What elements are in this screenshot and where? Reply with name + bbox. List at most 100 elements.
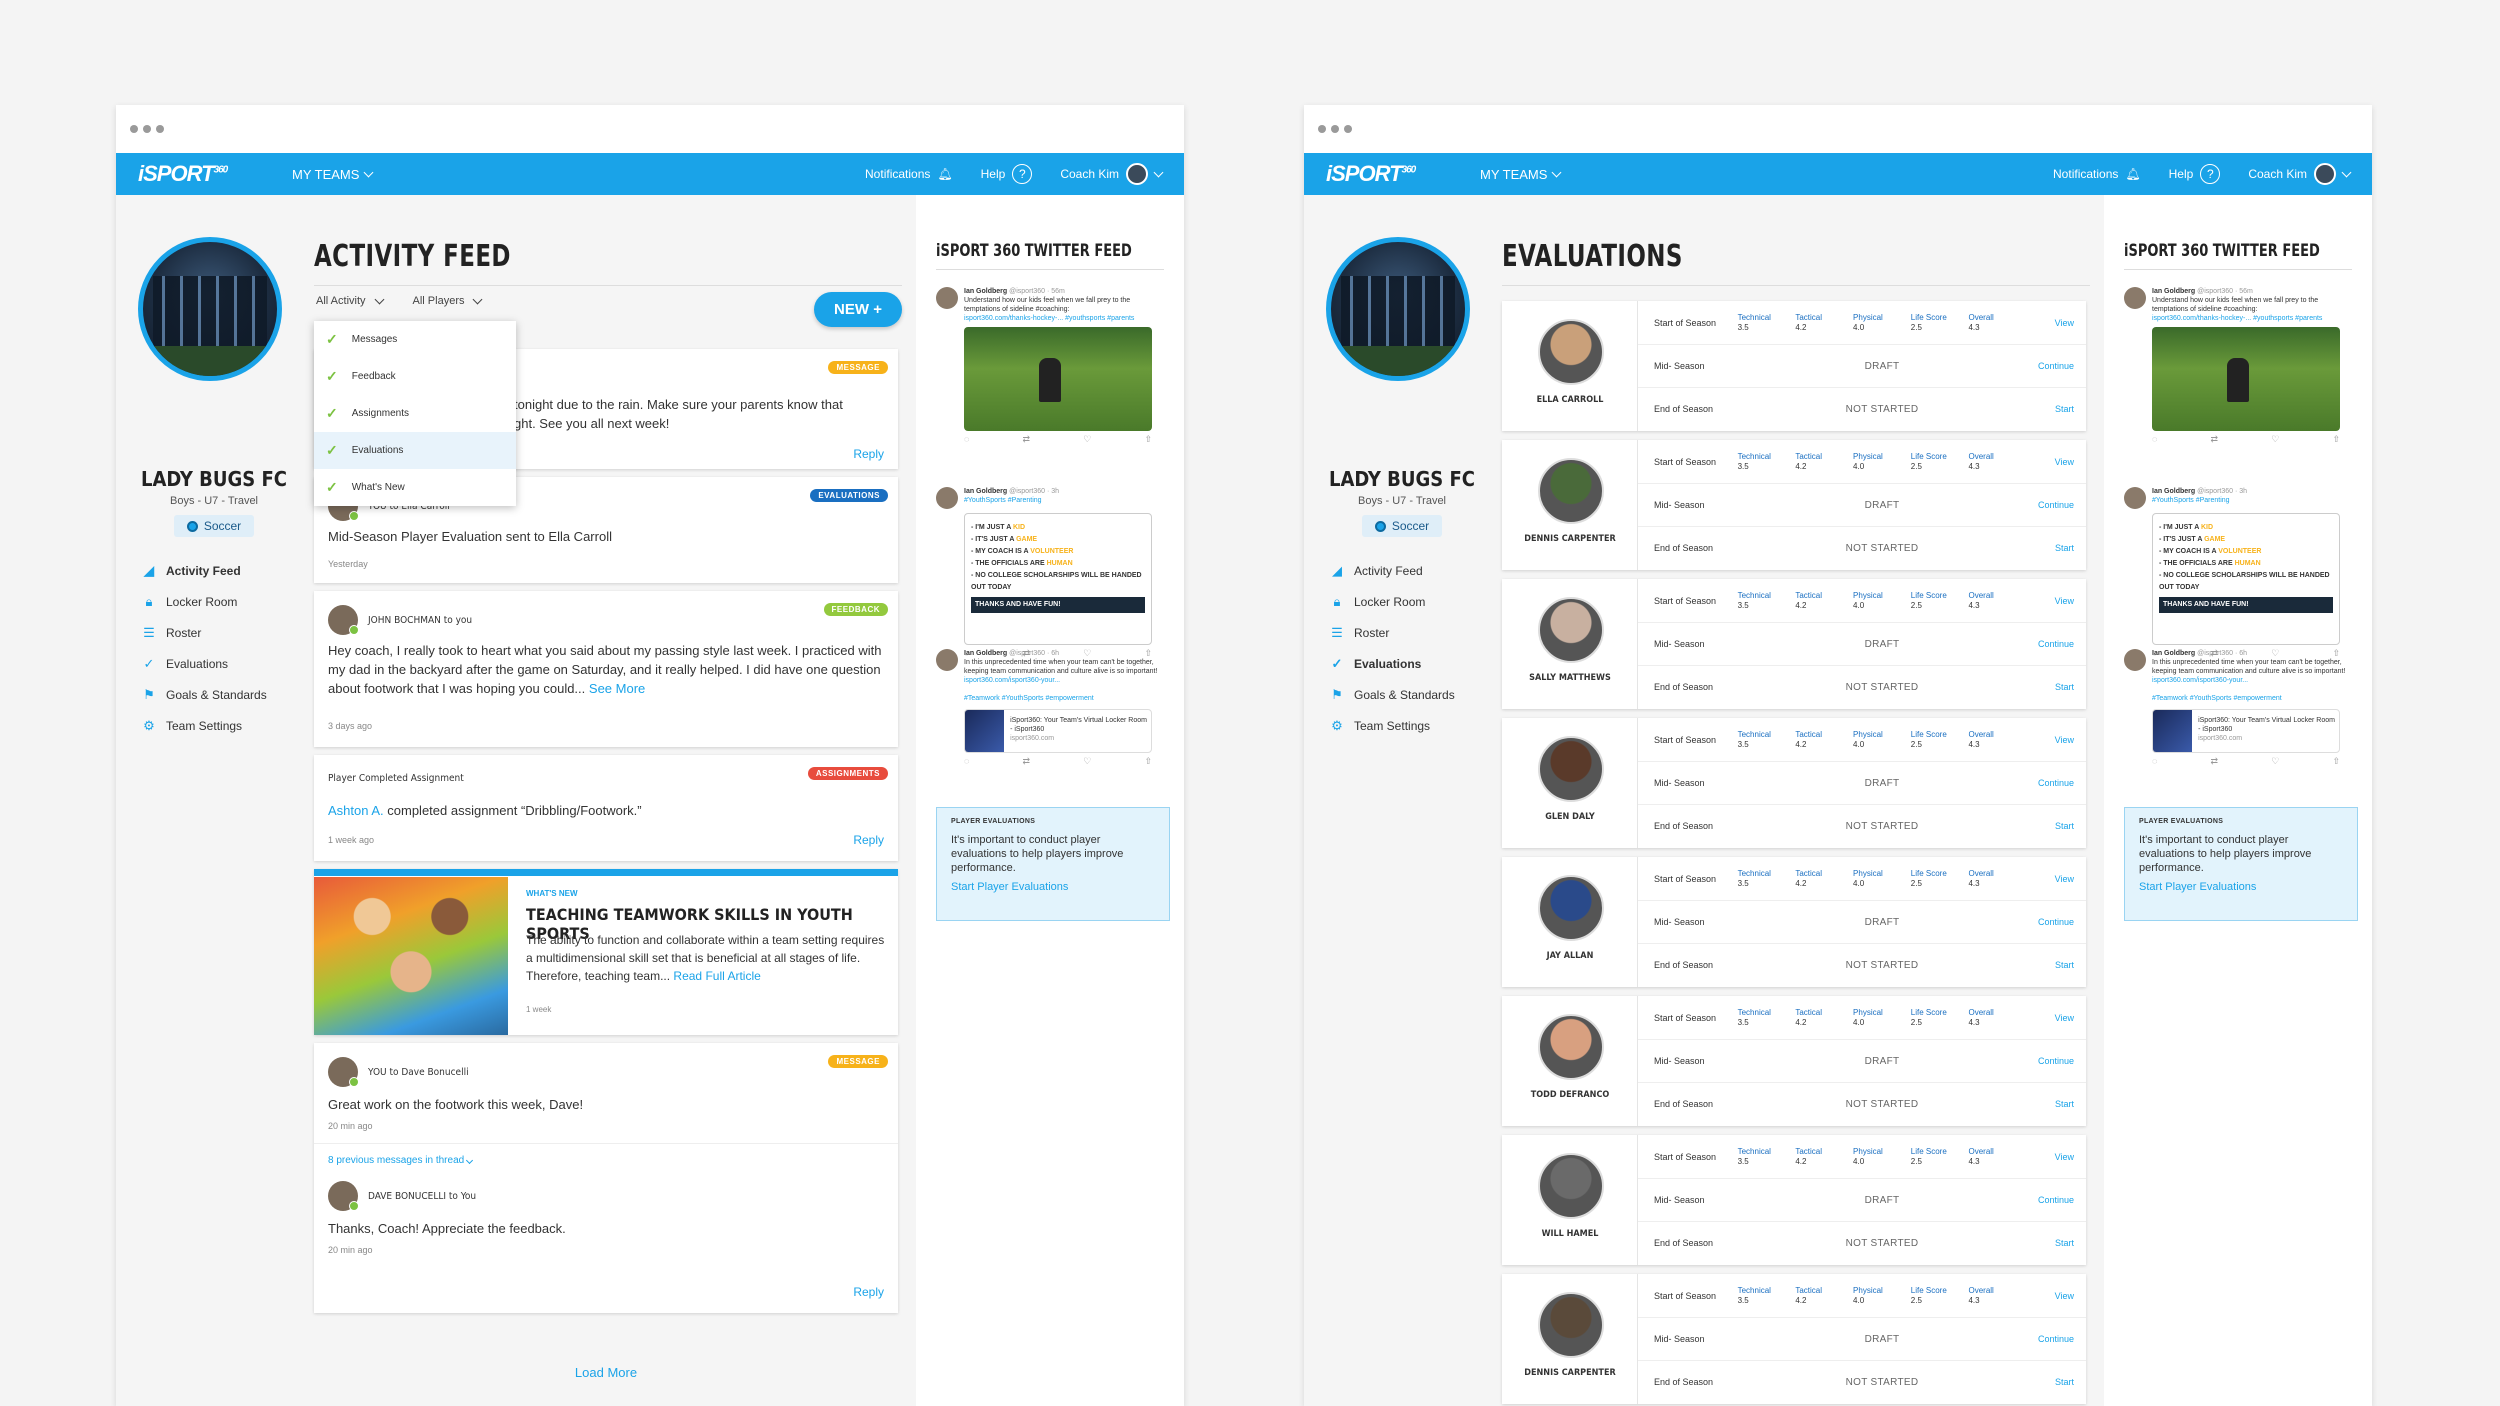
filter-option-assignments[interactable]: ✓ Assignments: [314, 395, 516, 432]
player-evaluations-info: PLAYER EVALUATIONS It's important to con…: [2124, 807, 2358, 921]
start-link[interactable]: Start: [2026, 960, 2086, 970]
previous-messages-link[interactable]: 8 previous messages in thread: [328, 1155, 474, 1166]
view-link[interactable]: View: [2026, 735, 2086, 745]
retweet-icon[interactable]: ⇄: [2211, 435, 2219, 444]
share-icon[interactable]: ⇧: [1144, 757, 1152, 766]
evaluation-status: DRAFT: [1864, 499, 1900, 511]
score-cell: Technical 3.5: [1737, 312, 1771, 332]
activity-filter[interactable]: All Activity: [316, 294, 384, 307]
reply-icon[interactable]: ◌: [964, 757, 969, 766]
retweet-icon[interactable]: ⇄: [1023, 435, 1031, 444]
load-more-link[interactable]: Load More: [314, 1365, 898, 1380]
tweet[interactable]: Ian Goldberg @isport360 · 6h In this unpr…: [2124, 649, 2352, 766]
new-button[interactable]: NEW +: [814, 292, 902, 327]
start-link[interactable]: Start: [2026, 1377, 2086, 1387]
like-icon[interactable]: ♡: [1083, 435, 1091, 444]
continue-link[interactable]: Continue: [2026, 917, 2086, 927]
continue-link[interactable]: Continue: [2026, 361, 2086, 371]
start-link[interactable]: Start: [2026, 543, 2086, 553]
help-icon: ?: [1012, 164, 1033, 184]
view-link[interactable]: View: [2026, 596, 2086, 606]
evaluation-row: Start of Season Technical 3.5 Tactical 4.2 Ph…: [1638, 718, 2086, 761]
continue-link[interactable]: Continue: [2026, 1195, 2086, 1205]
sidebar-item-team-settings[interactable]: ⚙ Team Settings: [142, 710, 267, 741]
help-link[interactable]: Help?: [2169, 164, 2221, 184]
sidebar-item-locker-room[interactable]: 🔒︎ Locker Room: [1330, 586, 1455, 617]
sidebar-item-team-settings[interactable]: ⚙ Team Settings: [1330, 710, 1455, 741]
help-link[interactable]: Help?: [981, 164, 1033, 184]
continue-link[interactable]: Continue: [2026, 778, 2086, 788]
continue-link[interactable]: Continue: [2026, 1334, 2086, 1344]
sidebar-item-activity-feed[interactable]: ◢ Activity Feed: [142, 555, 267, 586]
reply-icon[interactable]: ◌: [964, 435, 969, 444]
sidebar-item-roster[interactable]: ☰ Roster: [142, 617, 267, 648]
player-avatar: [1538, 458, 1604, 524]
share-icon[interactable]: ⇧: [1144, 435, 1152, 444]
sidebar-item-goals[interactable]: ⚑ Goals & Standards: [1330, 679, 1455, 710]
start-link[interactable]: Start: [2026, 821, 2086, 831]
like-icon[interactable]: ♡: [1083, 757, 1091, 766]
reply-link[interactable]: Reply: [853, 833, 884, 847]
sidebar-item-locker-room[interactable]: 🔒︎ Locker Room: [142, 586, 267, 617]
start-evaluations-link[interactable]: Start Player Evaluations: [951, 881, 1155, 893]
continue-link[interactable]: Continue: [2026, 500, 2086, 510]
player-name: WILL HAMEL: [1541, 1229, 1599, 1239]
bell-icon: 🔔︎: [937, 167, 953, 181]
share-icon[interactable]: ⇧: [2332, 757, 2340, 766]
filter-option-feedback[interactable]: ✓ Feedback: [314, 358, 516, 395]
start-evaluations-link[interactable]: Start Player Evaluations: [2139, 881, 2343, 893]
sidebar-item-activity-feed[interactable]: ◢ Activity Feed: [1330, 555, 1455, 586]
score-cell: Life Score 2.5: [1910, 312, 1947, 332]
reply-icon[interactable]: ◌: [2152, 757, 2157, 766]
continue-link[interactable]: Continue: [2026, 1056, 2086, 1066]
filter-option-evaluations[interactable]: ✓ Evaluations: [314, 432, 516, 469]
filter-option-messages[interactable]: ✓ Messages: [314, 321, 516, 358]
view-link[interactable]: View: [2026, 1291, 2086, 1301]
my-teams-menu[interactable]: MY TEAMS: [292, 167, 374, 182]
like-icon[interactable]: ♡: [2271, 435, 2279, 444]
like-icon[interactable]: ♡: [2271, 757, 2279, 766]
continue-link[interactable]: Continue: [2026, 639, 2086, 649]
evaluation-card: TODD DEFRANCO Start of Season Technical 3.5…: [1502, 996, 2086, 1126]
tweet-link-card[interactable]: iSport360: Your Team's Virtual Locker Ro…: [964, 709, 1152, 753]
start-link[interactable]: Start: [2026, 404, 2086, 414]
logo[interactable]: iSPORT360: [1326, 161, 1436, 187]
user-menu[interactable]: Coach Kim: [2248, 163, 2352, 185]
retweet-icon[interactable]: ⇄: [1023, 757, 1031, 766]
start-link[interactable]: Start: [2026, 1238, 2086, 1248]
tweet-link-card[interactable]: iSport360: Your Team's Virtual Locker Ro…: [2152, 709, 2340, 753]
view-link[interactable]: View: [2026, 318, 2086, 328]
view-link[interactable]: View: [2026, 874, 2086, 884]
tweet[interactable]: Ian Goldberg @isport360 · 6h In this unpr…: [936, 649, 1164, 766]
player-link[interactable]: Ashton A.: [328, 803, 384, 818]
start-link[interactable]: Start: [2026, 1099, 2086, 1109]
user-menu[interactable]: Coach Kim: [1060, 163, 1164, 185]
my-teams-menu[interactable]: MY TEAMS: [1480, 167, 1562, 182]
read-full-article-link[interactable]: Read Full Article: [673, 969, 760, 983]
reply-icon[interactable]: ◌: [2152, 435, 2157, 444]
tweet[interactable]: Ian Goldberg @isport360 · 56m Understand …: [2124, 287, 2352, 444]
notifications-link[interactable]: Notifications 🔔︎: [2053, 167, 2141, 181]
view-link[interactable]: View: [2026, 457, 2086, 467]
score-cell: Technical 3.5: [1737, 868, 1771, 888]
reply-link[interactable]: Reply: [853, 1285, 884, 1299]
sidebar-item-goals[interactable]: ⚑ Goals & Standards: [142, 679, 267, 710]
view-link[interactable]: View: [2026, 1152, 2086, 1162]
logo[interactable]: iSPORT360: [138, 161, 248, 187]
sidebar-item-evaluations[interactable]: ✓ Evaluations: [142, 648, 267, 679]
reply-link[interactable]: Reply: [853, 447, 884, 461]
see-more-link[interactable]: See More: [589, 681, 645, 696]
notifications-link[interactable]: Notifications 🔔︎: [865, 167, 953, 181]
retweet-icon[interactable]: ⇄: [2211, 757, 2219, 766]
start-link[interactable]: Start: [2026, 682, 2086, 692]
sidebar-item-evaluations[interactable]: ✓ Evaluations: [1330, 648, 1455, 679]
avatar: [2124, 487, 2146, 509]
tweet[interactable]: Ian Goldberg @isport360 · 56m Understand …: [936, 287, 1164, 444]
players-filter[interactable]: All Players: [413, 294, 483, 307]
tweet[interactable]: Ian Goldberg @isport360 · 3h #YouthSports…: [2124, 487, 2352, 658]
tweet[interactable]: Ian Goldberg @isport360 · 3h #YouthSports…: [936, 487, 1164, 658]
share-icon[interactable]: ⇧: [2332, 435, 2340, 444]
filter-option-whats-new[interactable]: ✓ What's New: [314, 469, 516, 506]
view-link[interactable]: View: [2026, 1013, 2086, 1023]
sidebar-item-roster[interactable]: ☰ Roster: [1330, 617, 1455, 648]
